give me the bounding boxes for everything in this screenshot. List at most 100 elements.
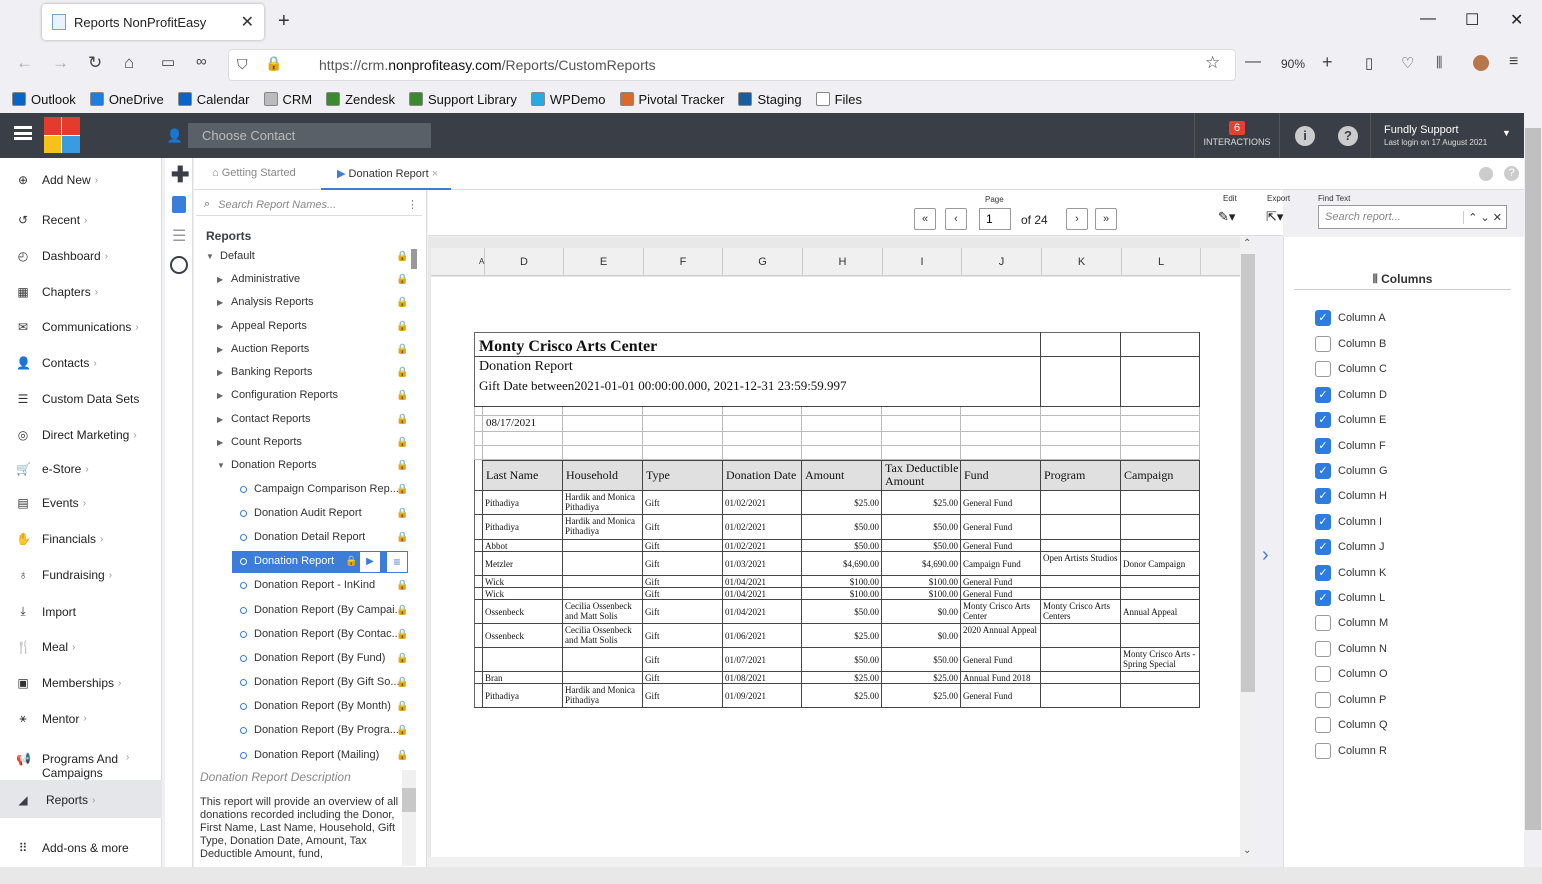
bookmark-6[interactable]: WPDemo xyxy=(530,92,606,107)
prev-page-button[interactable]: ‹ xyxy=(945,208,967,230)
sidebar-item-add-new[interactable]: ⊕ Add New › xyxy=(16,173,98,187)
checkbox-icon[interactable]: ✓ xyxy=(1315,488,1331,504)
zoom-out-icon[interactable]: — xyxy=(1245,53,1261,71)
tree-report-item[interactable]: Donation Report (By Contac... 🔒 xyxy=(240,628,415,640)
column-checkbox-column-p[interactable]: Column P xyxy=(1315,692,1386,708)
column-checkbox-column-f[interactable]: ✓ Column F xyxy=(1315,438,1386,454)
checkbox-icon[interactable] xyxy=(1315,641,1331,657)
export-icon[interactable]: ⇱▾ xyxy=(1266,209,1283,225)
close-window-icon[interactable]: ✕ xyxy=(1510,10,1523,30)
tree-scrollbar[interactable] xyxy=(411,249,417,269)
checkbox-icon[interactable] xyxy=(1315,692,1331,708)
tree-folder-donation-reports[interactable]: ▼ Donation Reports 🔒 xyxy=(217,459,408,471)
sheet-col-D[interactable]: D xyxy=(485,248,564,276)
checkbox-icon[interactable]: ✓ xyxy=(1315,310,1331,326)
profile-avatar[interactable] xyxy=(1473,55,1489,71)
checkbox-icon[interactable] xyxy=(1315,336,1331,352)
last-page-button[interactable]: » xyxy=(1095,208,1117,230)
checkbox-icon[interactable] xyxy=(1315,615,1331,631)
new-tab-button[interactable]: + xyxy=(278,10,290,33)
sheet-col-H[interactable]: H xyxy=(803,248,883,276)
tree-folder-auction-reports[interactable]: ▶ Auction Reports 🔒 xyxy=(217,343,408,355)
help-circle-icon[interactable]: ? xyxy=(1504,166,1519,181)
tree-report-item[interactable]: Donation Audit Report 🔒 xyxy=(240,507,415,519)
bookmark-3[interactable]: CRM xyxy=(263,92,312,107)
tree-report-item[interactable]: Donation Report (By Fund) 🔒 xyxy=(240,652,415,664)
page-number-input[interactable] xyxy=(979,208,1011,230)
sidebar-item-chapters[interactable]: ▦ Chapters › xyxy=(16,285,98,299)
tree-folder-contact-reports[interactable]: ▶ Contact Reports 🔒 xyxy=(217,413,408,425)
column-checkbox-column-d[interactable]: ✓ Column D xyxy=(1315,387,1387,403)
tree-report-item[interactable]: Donation Report (By Progra... 🔒 xyxy=(240,724,415,736)
column-checkbox-column-i[interactable]: ✓ Column I xyxy=(1315,514,1382,530)
lock-icon[interactable]: 🔒 xyxy=(265,55,282,72)
sidebar-item-e-store[interactable]: 🛒 e-Store › xyxy=(16,462,89,476)
sidebar-item-recent[interactable]: ↺ Recent › xyxy=(16,213,87,227)
sheet-col-G[interactable]: G xyxy=(723,248,803,276)
tree-folder-appeal-reports[interactable]: ▶ Appeal Reports 🔒 xyxy=(217,320,408,332)
tree-folder-analysis-reports[interactable]: ▶ Analysis Reports 🔒 xyxy=(217,296,408,308)
checkbox-icon[interactable] xyxy=(1315,717,1331,733)
forward-icon[interactable]: → xyxy=(52,53,69,73)
info-icon[interactable]: i xyxy=(1295,126,1315,146)
interactions-button[interactable]: 6 INTERACTIONS xyxy=(1194,113,1280,158)
tree-folder-configuration-reports[interactable]: ▶ Configuration Reports 🔒 xyxy=(217,389,408,401)
sidebar-item-mentor[interactable]: ⚹ Mentor › xyxy=(16,711,86,726)
tab-donation-report[interactable]: ▶ Donation Report × xyxy=(321,158,451,190)
edit-icon[interactable]: ✎▾ xyxy=(1218,209,1235,225)
sidebar-toggle-icon[interactable]: ▯ xyxy=(1365,54,1373,72)
tree-report-item[interactable]: Donation Report - InKind 🔒 xyxy=(240,579,415,591)
menu-icon[interactable]: ≡ xyxy=(1509,53,1518,71)
tree-report-item[interactable]: Donation Report (By Month) 🔒 xyxy=(240,700,415,712)
home-icon[interactable]: ⌂ xyxy=(124,53,134,73)
url-bar[interactable]: https://crm. nonprofiteasy.com/Reports/Cu… xyxy=(228,49,1236,81)
horizontal-page-scrollbar[interactable] xyxy=(0,867,1542,884)
column-checkbox-column-l[interactable]: ✓ Column L xyxy=(1315,590,1385,606)
scroll-down-icon[interactable]: ⌄ xyxy=(1243,845,1251,856)
column-checkbox-column-r[interactable]: Column R xyxy=(1315,743,1387,759)
sidebar-item-custom-data-sets[interactable]: ☰ Custom Data Sets xyxy=(16,392,140,406)
bookmark-5[interactable]: Support Library xyxy=(408,92,517,107)
checkbox-icon[interactable]: ✓ xyxy=(1315,387,1331,403)
hamburger-menu-icon[interactable] xyxy=(14,126,32,140)
column-checkbox-column-c[interactable]: Column C xyxy=(1315,361,1387,377)
checkbox-icon[interactable] xyxy=(1315,666,1331,682)
column-checkbox-column-j[interactable]: ✓ Column J xyxy=(1315,539,1384,555)
page-scroll-thumb[interactable] xyxy=(1525,128,1541,830)
sidebar-item-import[interactable]: ⤓ Import xyxy=(16,604,76,619)
sheet-col-E[interactable]: E xyxy=(564,248,644,276)
description-scrollbar[interactable] xyxy=(402,770,416,866)
sidebar-item-programs-and-campaigns[interactable]: 📢 Programs And Campaigns › xyxy=(16,752,129,780)
sidebar-item-add-ons-more[interactable]: ⠿ Add-ons & more xyxy=(16,841,129,855)
sheet-col-F[interactable]: F xyxy=(644,248,723,276)
bookmark-1[interactable]: OneDrive xyxy=(89,92,164,107)
sheet-col-K[interactable]: K xyxy=(1042,248,1122,276)
sidebar-item-direct-marketing[interactable]: ◎ Direct Marketing › xyxy=(16,428,137,442)
library-icon[interactable]: ⫼ xyxy=(1436,54,1442,71)
tree-report-item[interactable]: Donation Report (Mailing) 🔒 xyxy=(240,749,415,761)
checkbox-icon[interactable] xyxy=(1315,361,1331,377)
sheet-col-I[interactable]: I xyxy=(883,248,962,276)
zoom-level[interactable]: 90% xyxy=(1281,57,1305,71)
stack-icon[interactable]: ☰ xyxy=(172,226,186,246)
next-page-button[interactable]: › xyxy=(1066,208,1088,230)
zoom-in-icon[interactable]: + xyxy=(1322,52,1333,73)
sidebar-item-communications[interactable]: ✉ Communications › xyxy=(16,320,139,334)
checkbox-icon[interactable]: ✓ xyxy=(1315,514,1331,530)
tree-folder-banking-reports[interactable]: ▶ Banking Reports 🔒 xyxy=(217,366,408,378)
sidebar-item-reports[interactable]: ◢ Reports › xyxy=(16,793,95,807)
bookmark-0[interactable]: Outlook xyxy=(12,92,76,107)
sidebar-item-fundraising[interactable]: ♁ Fundraising › xyxy=(16,568,113,582)
checkbox-icon[interactable]: ✓ xyxy=(1315,412,1331,428)
settings-icon[interactable] xyxy=(1479,167,1493,181)
scroll-up-icon[interactable]: ⌃ xyxy=(1243,238,1251,249)
shield-icon[interactable]: ⛉ xyxy=(237,56,248,73)
choose-contact-input[interactable]: 👤 Choose Contact xyxy=(162,123,431,148)
sidebar-item-contacts[interactable]: 👤 Contacts › xyxy=(16,356,97,370)
more-vertical-icon[interactable]: ⋮ xyxy=(407,198,418,211)
viewer-horizontal-scrollbar[interactable] xyxy=(428,857,1255,867)
sidebar-item-events[interactable]: ▤ Events › xyxy=(16,496,86,510)
bookmark-2[interactable]: Calendar xyxy=(177,92,250,107)
help-icon[interactable]: ? xyxy=(1338,126,1358,146)
bookmark-star-icon[interactable]: ☆ xyxy=(1205,53,1220,73)
